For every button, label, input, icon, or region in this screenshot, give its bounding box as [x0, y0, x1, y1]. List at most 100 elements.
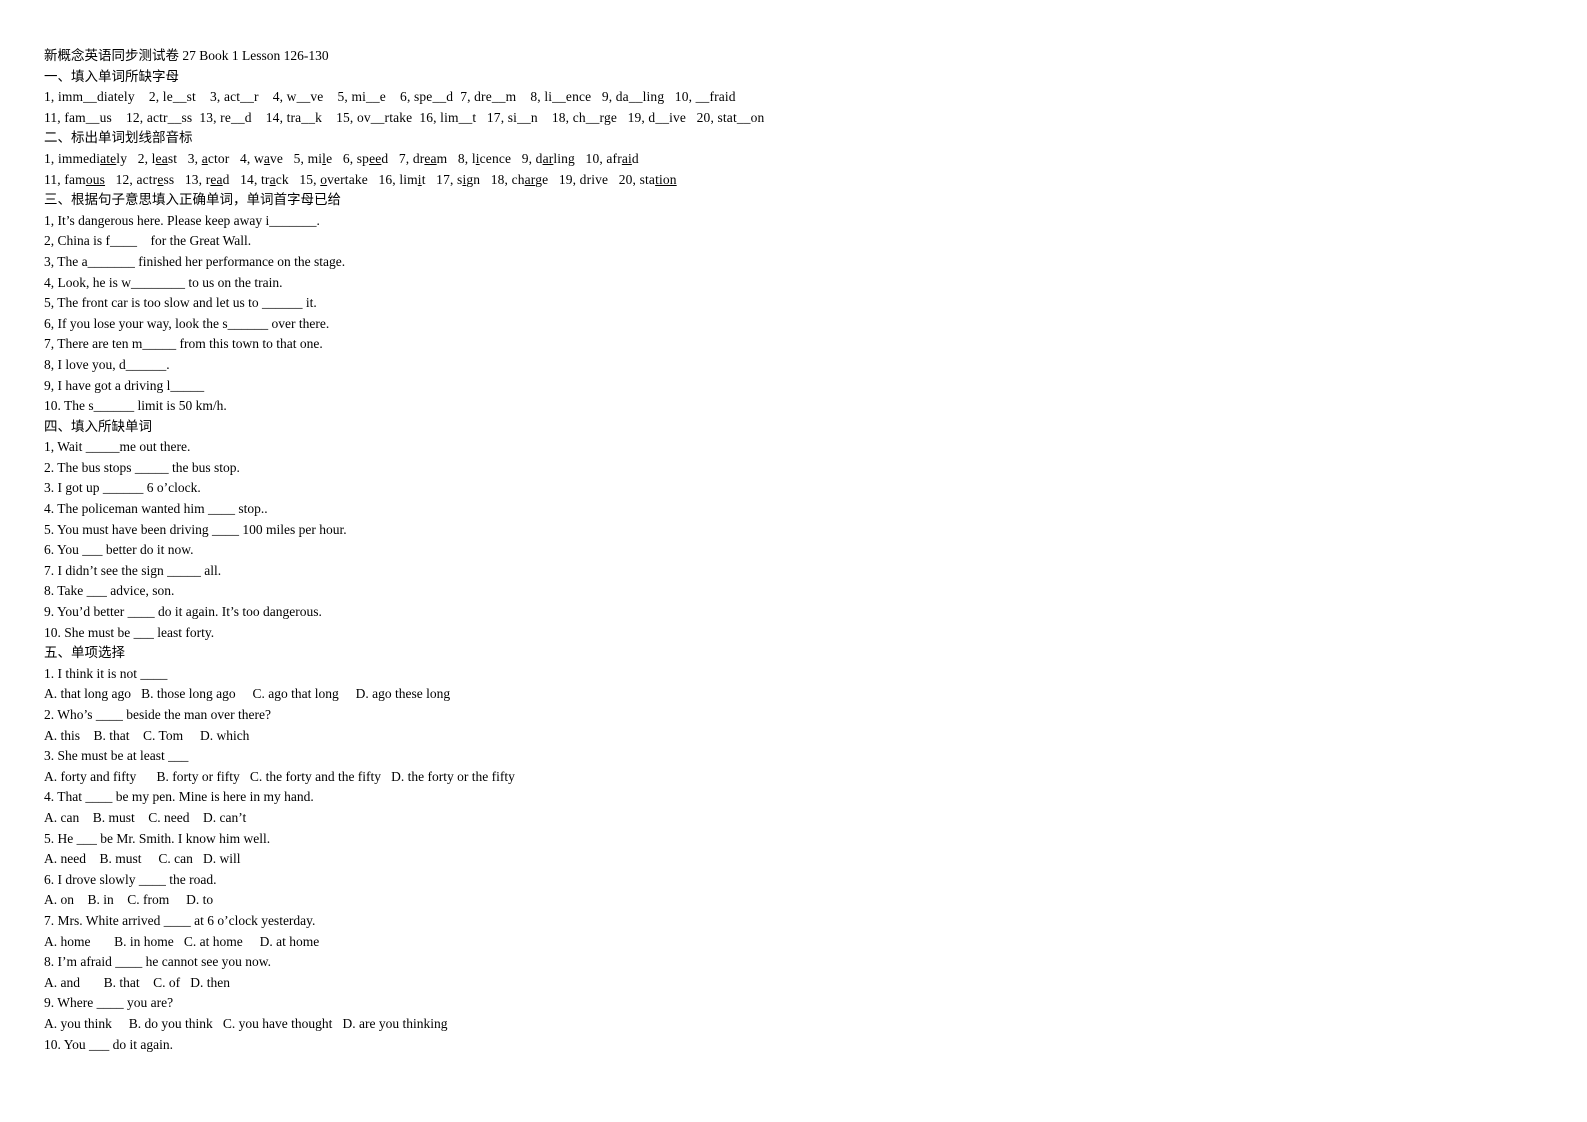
item-number: 9,	[521, 150, 536, 166]
item-number: 17,	[436, 171, 458, 187]
phonetic-word: 17, sign	[436, 172, 480, 187]
word-suffix: ctor	[207, 150, 230, 166]
section-5-question-stem: 8. I’m afraid ____ he cannot see you now…	[44, 954, 272, 970]
phonetic-word: 1, immediately	[44, 151, 127, 166]
word-suffix: ling	[553, 150, 575, 166]
section-3-question: 5, The front car is too slow and let us …	[44, 295, 317, 311]
word-suffix: ge	[535, 171, 549, 187]
word-suffix: ly	[116, 150, 128, 166]
section-4-question: 10. She must be ___ least forty.	[44, 624, 215, 640]
section-5-question-stem: 4. That ____ be my pen. Mine is here in …	[44, 789, 314, 805]
section-3-question: 10. The s______ limit is 50 km/h.	[44, 398, 227, 414]
word-suffix: gn	[466, 171, 481, 187]
section-3-question: 4, Look, he is w________ to us on the tr…	[44, 274, 283, 290]
underlined-letters: ar	[524, 171, 536, 187]
word-prefix: afr	[606, 150, 622, 166]
item-number: 18,	[490, 171, 512, 187]
underlined-letters: ai	[621, 150, 632, 166]
item-number: 14,	[240, 171, 262, 187]
phonetic-word: 14, track	[240, 172, 289, 187]
word-suffix: d	[381, 150, 389, 166]
word-prefix: sp	[356, 150, 370, 166]
section-1-line-1: 1, imm__diately 2, le__st 3, act__r 4, w…	[44, 89, 736, 105]
section-5-question-options: A. need B. must C. can D. will	[44, 851, 241, 867]
section-4-question: 8. Take ___ advice, son.	[44, 583, 175, 599]
word-suffix: m	[436, 150, 448, 166]
section-3-heading: 三、根据句子意思填入正确单词，单词首字母已给	[44, 192, 341, 208]
item-number: 13,	[184, 171, 206, 187]
page-title: 新概念英语同步测试卷 27 Book 1 Lesson 126-130	[44, 48, 329, 63]
section-4-question: 6. You ___ better do it now.	[44, 542, 194, 558]
section-3-question: 1, It’s dangerous here. Please keep away…	[44, 212, 320, 228]
item-number: 12,	[115, 171, 137, 187]
section-2-row-2: 11, famous 12, actress 13, read 14, trac…	[44, 170, 1044, 191]
section-1-line-2: 11, fam__us 12, actr__ss 13, re__d 14, t…	[44, 109, 765, 125]
underlined-letters: ate	[100, 150, 117, 166]
word-prefix: dr	[412, 150, 425, 166]
section-5-question-options: A. home B. in home C. at home D. at home	[44, 933, 320, 949]
section-4-question: 4. The policeman wanted him ____ stop..	[44, 501, 268, 517]
section-5-question-stem: 6. I drove slowly ____ the road.	[44, 871, 217, 887]
section-5-question-stem: 5. He ___ be Mr. Smith. I know him well.	[44, 830, 271, 846]
phonetic-word: 15, overtake	[299, 172, 368, 187]
section-3-question: 7, There are ten m_____ from this town t…	[44, 336, 323, 352]
section-5-question-options: A. you think B. do you think C. you have…	[44, 1015, 448, 1031]
word-prefix: ch	[511, 171, 525, 187]
section-5-question-options: A. can B. must C. need D. can’t	[44, 809, 247, 825]
phonetic-word: 20, station	[619, 172, 677, 187]
section-4-question: 3. I got up ______ 6 o’clock.	[44, 480, 201, 496]
phonetic-word: 3, actor	[188, 151, 230, 166]
section-4-question: 1, Wait _____me out there.	[44, 439, 191, 455]
section-3-question: 2, China is f____ for the Great Wall.	[44, 233, 252, 249]
phonetic-word: 9, darling	[522, 151, 575, 166]
section-4-question: 5. You must have been driving ____ 100 m…	[44, 521, 347, 537]
worksheet-page: 新概念英语同步测试卷 27 Book 1 Lesson 126-130 一、填入…	[44, 46, 1044, 1055]
item-number: 16,	[378, 171, 400, 187]
section-5-question-stem: 2. Who’s ____ beside the man over there?	[44, 707, 271, 722]
item-number: 8,	[457, 150, 472, 166]
word-suffix: ck	[275, 171, 289, 187]
phonetic-word: 7, dream	[399, 151, 447, 166]
word-prefix: d	[535, 150, 543, 166]
section-5-question-options: A. this B. that C. Tom D. which	[44, 727, 250, 743]
item-number: 3,	[187, 150, 202, 166]
underlined-letters: ous	[85, 171, 106, 187]
phonetic-word: 8, licence	[458, 151, 511, 166]
phonetic-word: 11, famous	[44, 172, 105, 187]
section-4-question: 2. The bus stops _____ the bus stop.	[44, 459, 240, 475]
section-5-question-options: A. forty and fifty B. forty or fifty C. …	[44, 768, 515, 784]
section-3-question: 8, I love you, d______.	[44, 356, 170, 372]
section-4-heading: 四、填入所缺单词	[44, 418, 152, 434]
word-suffix: e	[326, 150, 333, 166]
section-3-question: 6, If you lose your way, look the s_____…	[44, 315, 330, 331]
item-number: 10,	[585, 150, 607, 166]
section-5-question-stem: 9. Where ____ you are?	[44, 995, 174, 1011]
word-prefix: w	[253, 150, 264, 166]
section-4-question: 7. I didn’t see the sign _____ all.	[44, 562, 222, 578]
underlined-letters: ea	[210, 171, 223, 187]
word-prefix: tr	[261, 171, 270, 187]
section-1-heading: 一、填入单词所缺字母	[44, 68, 179, 84]
word-suffix: ss	[163, 171, 175, 187]
phonetic-word: 18, charge	[491, 172, 549, 187]
phonetic-word: 4, wave	[240, 151, 283, 166]
item-number: 2,	[137, 150, 152, 166]
item-number: 19,	[558, 171, 580, 187]
section-5-question-options: A. on B. in C. from D. to	[44, 892, 214, 908]
underlined-letters: ea	[155, 150, 168, 166]
phonetic-word: 13, read	[185, 172, 230, 187]
word-suffix: vertake	[327, 171, 368, 187]
section-5-question-stem: 7. Mrs. White arrived ____ at 6 o’clock …	[44, 912, 316, 928]
section-5-heading: 五、单项选择	[44, 645, 125, 661]
underlined-letters: ea	[424, 150, 437, 166]
section-3-question: 9, I have got a driving l_____	[44, 377, 205, 393]
phonetic-word: 16, limit	[378, 172, 425, 187]
section-3-question: 3, The a_______ finished her performance…	[44, 253, 346, 269]
phonetic-word: 19, drive	[559, 172, 608, 187]
word-prefix: lim	[399, 171, 418, 187]
section-5-question-stem: 10. You ___ do it again.	[44, 1036, 174, 1052]
underlined-letters: ee	[369, 150, 382, 166]
underlined-letters: ar	[542, 150, 554, 166]
word-suffix: d	[222, 171, 230, 187]
section-4-question: 9. You’d better ____ do it again. It’s t…	[44, 604, 322, 620]
